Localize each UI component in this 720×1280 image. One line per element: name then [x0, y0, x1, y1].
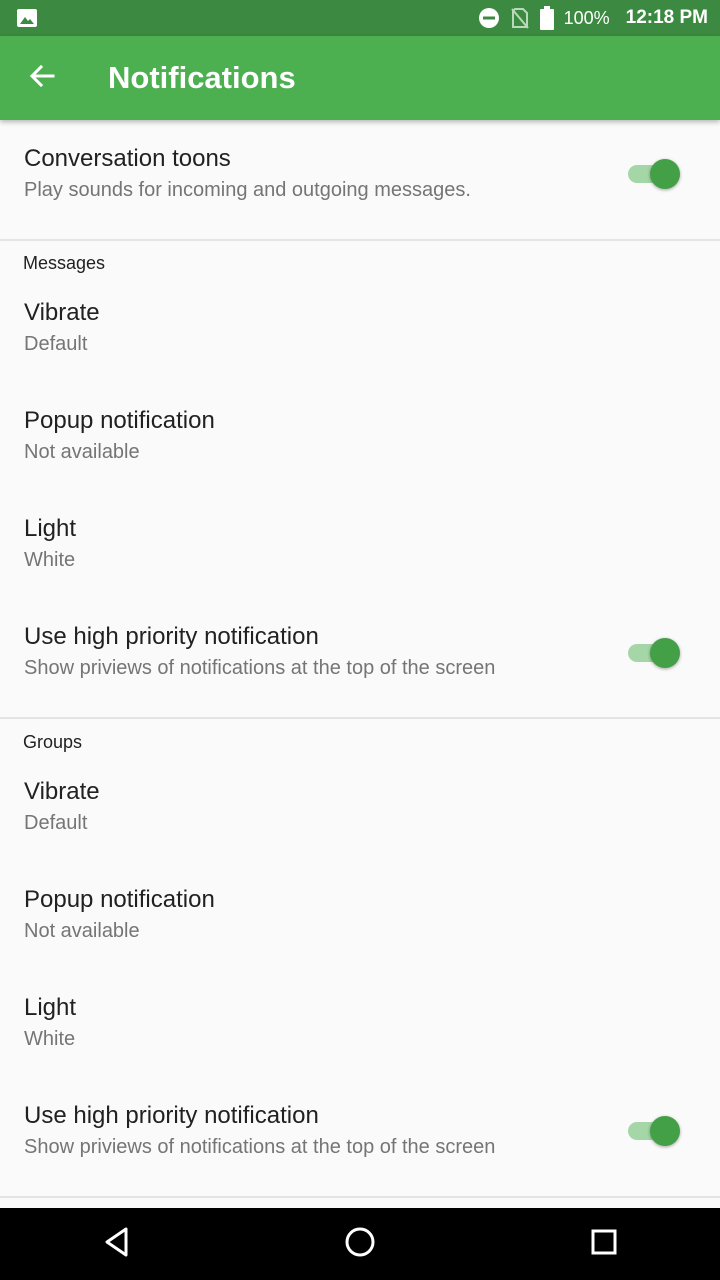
back-button[interactable] — [14, 50, 70, 106]
nav-recents-button[interactable] — [582, 1222, 626, 1266]
toggle-thumb — [650, 1116, 680, 1146]
pref-conversation-tones[interactable]: Conversation toons Play sounds for incom… — [0, 120, 720, 240]
pref-summary: Show priviews of notifications at the to… — [24, 1136, 496, 1158]
pref-title: Use high priority notification — [24, 623, 319, 650]
divider — [0, 717, 720, 719]
pref-summary: Not available — [24, 441, 140, 463]
arrow-back-icon — [28, 62, 56, 95]
pref-title: Vibrate — [24, 299, 100, 326]
messages-high-priority-toggle[interactable] — [626, 638, 686, 668]
pref-messages-popup[interactable]: Popup notification Not available — [0, 388, 720, 496]
home-circle-icon — [344, 1226, 376, 1263]
battery-icon — [539, 6, 554, 30]
pref-summary: White — [24, 549, 76, 571]
pref-summary: Not available — [24, 920, 140, 942]
divider — [0, 1196, 720, 1198]
pref-title: Use high priority notification — [24, 1102, 319, 1129]
settings-list: Conversation toons Play sounds for incom… — [0, 120, 720, 1208]
pref-title: Light — [24, 515, 77, 542]
section-header-groups: Groups — [23, 732, 83, 752]
no-sim-icon — [510, 7, 530, 29]
divider — [0, 239, 720, 241]
section-header-messages: Messages — [23, 253, 106, 273]
toggle-thumb — [650, 159, 680, 189]
pref-groups-popup[interactable]: Popup notification Not available — [0, 867, 720, 975]
pref-messages-light[interactable]: Light White — [0, 496, 720, 604]
back-triangle-icon — [102, 1226, 132, 1263]
nav-home-button[interactable] — [338, 1222, 382, 1266]
groups-high-priority-toggle[interactable] — [626, 1116, 686, 1146]
pref-title: Popup notification — [24, 407, 215, 434]
pref-title: Vibrate — [24, 778, 100, 805]
navigation-bar — [0, 1208, 720, 1280]
pref-summary: Default — [24, 812, 88, 834]
nav-back-button[interactable] — [95, 1222, 139, 1266]
pref-messages-high-priority[interactable]: Use high priority notification Show priv… — [0, 604, 720, 718]
battery-percent: 100% — [563, 7, 610, 28]
pref-title: Popup notification — [24, 886, 215, 913]
toggle-thumb — [650, 638, 680, 668]
image-icon — [16, 8, 38, 28]
pref-messages-vibrate[interactable]: Vibrate Default — [0, 280, 720, 388]
pref-title: Conversation toons — [24, 145, 231, 172]
status-bar: 100% 12:18 PM — [0, 0, 720, 36]
pref-summary: Play sounds for incoming and outgoing me… — [24, 179, 471, 201]
clock: 12:18 PM — [625, 7, 708, 28]
app-bar: Notifications — [0, 36, 720, 120]
pref-summary: Default — [24, 333, 88, 355]
pref-title: Light — [24, 994, 77, 1021]
status-icons: 100% 12:18 PM — [478, 0, 708, 36]
recents-square-icon — [590, 1228, 618, 1261]
conversation-tones-toggle[interactable] — [626, 159, 686, 189]
page-title: Notifications — [108, 60, 296, 95]
pref-summary: White — [24, 1028, 76, 1050]
pref-summary: Show priviews of notifications at the to… — [24, 657, 496, 679]
pref-groups-light[interactable]: Light White — [0, 975, 720, 1083]
do-not-disturb-icon — [478, 7, 500, 29]
pref-groups-high-priority[interactable]: Use high priority notification Show priv… — [0, 1083, 720, 1197]
pref-groups-vibrate[interactable]: Vibrate Default — [0, 759, 720, 867]
